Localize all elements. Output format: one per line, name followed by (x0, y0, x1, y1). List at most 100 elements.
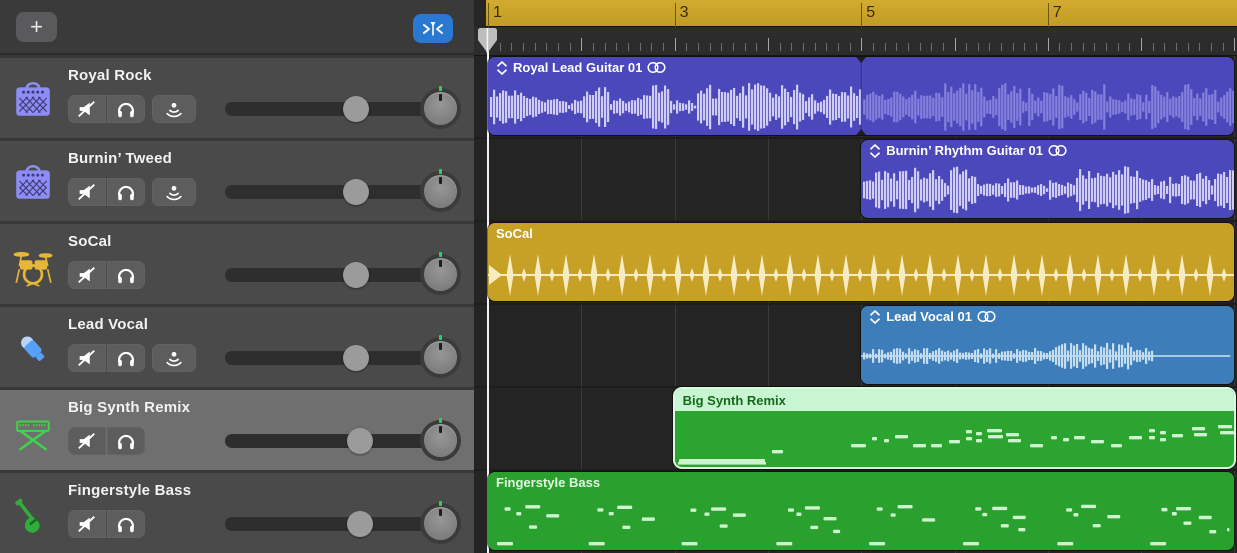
volume-slider-thumb[interactable] (343, 345, 369, 371)
ruler-tick (885, 43, 886, 51)
track-header-lead-vocal[interactable]: Lead Vocal (0, 304, 474, 387)
ruler-left-gap (474, 0, 486, 27)
ruler-tick (593, 43, 594, 51)
track-header-fingerstyle-bass[interactable]: Fingerstyle Bass (0, 470, 474, 553)
ruler-tick (745, 43, 746, 51)
solo-button[interactable] (107, 178, 145, 206)
volume-slider-thumb[interactable] (343, 179, 369, 205)
volume-slider[interactable] (225, 351, 430, 365)
lane-separator (474, 137, 1237, 139)
beat-ruler[interactable]: 1357 (474, 0, 1237, 56)
solo-button[interactable] (107, 95, 145, 123)
mute-button[interactable] (68, 427, 106, 455)
loop-follow-icon (496, 61, 508, 75)
ruler-tick (943, 43, 944, 51)
solo-button[interactable] (107, 427, 145, 455)
ruler-tick (780, 43, 781, 51)
volume-slider[interactable] (225, 268, 430, 282)
midi-long-note (675, 389, 1235, 467)
track-name[interactable]: Royal Rock (68, 67, 152, 84)
ruler-tick (989, 43, 990, 51)
volume-slider-thumb[interactable] (343, 262, 369, 288)
volume-slider[interactable] (225, 102, 430, 116)
track-header-royal-rock[interactable]: Royal Rock (0, 55, 474, 138)
pan-knob-tick (439, 343, 442, 350)
catch-playhead-icon (421, 20, 445, 38)
solo-button[interactable] (107, 261, 145, 289)
track-name[interactable]: SoCal (68, 233, 112, 250)
measure-label-5: 5 (861, 3, 875, 27)
ruler-tick (861, 38, 862, 51)
mute-button[interactable] (68, 95, 106, 123)
measure-label-1: 1 (488, 3, 502, 27)
input-monitoring-button[interactable] (152, 95, 196, 123)
input-monitoring-button[interactable] (152, 344, 196, 372)
pan-knob[interactable] (424, 424, 457, 457)
ruler-tick (1164, 43, 1165, 51)
ruler-tick (640, 43, 641, 51)
measure-label-3: 3 (675, 3, 689, 27)
ruler-tick (1106, 43, 1107, 51)
volume-slider[interactable] (225, 517, 430, 531)
ruler-tick (1024, 43, 1025, 51)
mute-button[interactable] (68, 344, 106, 372)
lane-separator (474, 386, 1237, 388)
pan-center-led (439, 501, 442, 506)
region-big-synth-remix[interactable]: Big Synth Remix (675, 389, 1235, 467)
region-lead-vocal-01[interactable]: Lead Vocal 01 (861, 306, 1234, 384)
region-label: Burnin’ Rhythm Guitar 01 (869, 143, 1067, 158)
mute-button[interactable] (68, 510, 106, 538)
ruler-tick (605, 43, 606, 51)
volume-slider[interactable] (225, 185, 430, 199)
mute-button[interactable] (68, 178, 106, 206)
input-monitoring-button[interactable] (152, 178, 196, 206)
pan-knob[interactable] (424, 258, 457, 291)
ruler-tick (1153, 43, 1154, 51)
ruler-tick (1001, 43, 1002, 51)
volume-slider[interactable] (225, 434, 430, 448)
pan-knob[interactable] (424, 175, 457, 208)
solo-button[interactable] (107, 344, 145, 372)
add-track-button[interactable]: + (16, 12, 57, 42)
track-name[interactable]: Fingerstyle Bass (68, 482, 191, 499)
volume-slider-thumb[interactable] (347, 511, 373, 537)
pan-knob[interactable] (424, 92, 457, 125)
ruler-tick (838, 43, 839, 51)
track-name[interactable]: Burnin’ Tweed (68, 150, 172, 167)
pan-knob[interactable] (424, 507, 457, 540)
pan-knob-tick (439, 426, 442, 433)
pan-center-led (439, 418, 442, 423)
ruler-tick (1059, 43, 1060, 51)
playhead-handle[interactable] (478, 28, 497, 53)
track-header-burnin-tweed[interactable]: Burnin’ Tweed (0, 138, 474, 221)
track-header-toolbar: + (0, 0, 474, 55)
track-name[interactable]: Big Synth Remix (68, 399, 190, 416)
region-royal-lead-guitar-01[interactable]: Royal Lead Guitar 01 (488, 57, 1234, 135)
track-header-socal[interactable]: SoCal (0, 221, 474, 304)
region-socal[interactable]: SoCal (488, 223, 1234, 301)
ruler-tick (1036, 43, 1037, 51)
region-burnin-rhythm-guitar-01[interactable]: Burnin’ Rhythm Guitar 01 (861, 140, 1234, 218)
mute-button[interactable] (68, 261, 106, 289)
ruler-tick (815, 43, 816, 51)
ruler-tick (1118, 43, 1119, 51)
region-fingerstyle-bass[interactable]: Fingerstyle Bass (488, 472, 1234, 550)
catch-playhead-button[interactable] (413, 14, 453, 43)
loop-follow-icon (869, 144, 881, 158)
pan-center-led (439, 86, 442, 91)
track-name[interactable]: Lead Vocal (68, 316, 148, 333)
volume-slider-thumb[interactable] (347, 428, 373, 454)
microphone-icon (10, 327, 56, 371)
ruler-tick (511, 43, 512, 51)
volume-slider-thumb[interactable] (343, 96, 369, 122)
track-header-panel: + Royal Rock (0, 0, 474, 553)
track-header-big-synth-remix[interactable]: Big Synth Remix (0, 387, 474, 470)
drum-kit-icon (10, 244, 56, 288)
solo-button[interactable] (107, 510, 145, 538)
cycle-range-bar[interactable]: 1357 (486, 0, 1237, 27)
synth-icon (10, 410, 56, 454)
pan-knob[interactable] (424, 341, 457, 374)
ruler-tick (721, 43, 722, 51)
ruler-tick (1188, 43, 1189, 51)
pan-knob-tick (439, 177, 442, 184)
